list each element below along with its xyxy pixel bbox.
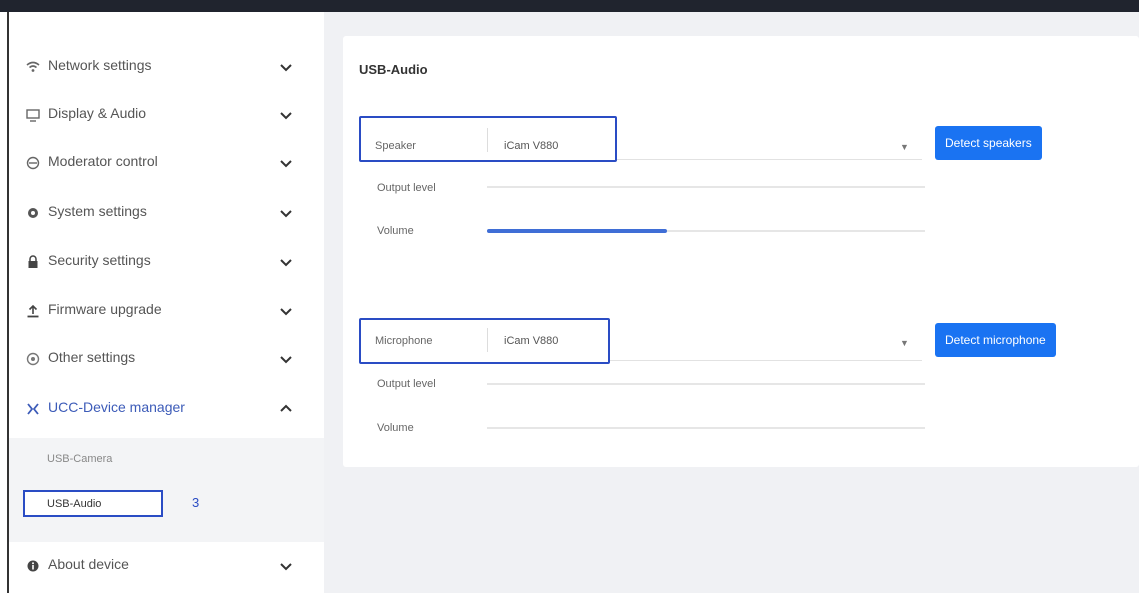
select-divider: [487, 328, 488, 352]
sidebar-item-label: Security settings: [48, 252, 151, 268]
monitor-icon: [26, 108, 40, 122]
speaker-volume-label: Volume: [377, 225, 414, 237]
top-bar: [0, 0, 1139, 12]
sidebar-item-moderator-control[interactable]: Moderator control: [9, 139, 324, 187]
step-annotation: 3: [192, 495, 200, 510]
sidebar-item-ucc-device-manager[interactable]: UCC-Device manager: [9, 385, 324, 433]
speaker-output-level-label: Output level: [377, 182, 436, 194]
sidebar-item-label: System settings: [48, 203, 147, 219]
sidebar-item-other-settings[interactable]: Other settings: [9, 335, 324, 383]
chevron-down-icon[interactable]: [279, 560, 293, 572]
chevron-down-icon[interactable]: [279, 256, 293, 268]
sidebar-item-about-device[interactable]: About device: [9, 542, 324, 590]
chevron-up-icon[interactable]: [279, 403, 293, 415]
caret-down-icon[interactable]: ▼: [900, 338, 909, 348]
sidebar-item-label: Other settings: [48, 349, 136, 365]
lock-icon: [26, 255, 40, 269]
chevron-down-icon[interactable]: [279, 207, 293, 219]
sidebar-subitem-usb-camera[interactable]: USB-Camera: [47, 453, 112, 465]
speaker-select-highlight: [359, 116, 617, 162]
chevron-down-icon[interactable]: [279, 305, 293, 317]
gear-icon: [26, 206, 40, 220]
sidebar-item-label: About device: [48, 556, 129, 572]
sidebar-item-firmware-upgrade[interactable]: Firmware upgrade: [9, 287, 324, 335]
microphone-select-field[interactable]: [610, 360, 922, 361]
page-title: USB-Audio: [359, 62, 428, 77]
detect-speakers-button[interactable]: Detect speakers: [935, 126, 1042, 160]
detect-microphone-button[interactable]: Detect microphone: [935, 323, 1056, 357]
chevron-down-icon[interactable]: [279, 157, 293, 169]
sidebar-item-system-settings[interactable]: System settings: [9, 189, 324, 237]
chevron-down-icon[interactable]: [279, 353, 293, 365]
sidebar-subitem-label: USB-Audio: [47, 498, 102, 510]
sidebar-subitem-usb-audio[interactable]: USB-Audio: [23, 490, 163, 517]
microphone-volume-slider[interactable]: [487, 427, 925, 429]
chevron-down-icon[interactable]: [279, 109, 293, 121]
microphone-label: Microphone: [375, 335, 433, 347]
info-icon: [26, 559, 40, 573]
chevron-down-icon[interactable]: [279, 61, 293, 73]
settings-icon: [26, 352, 40, 366]
speaker-volume-fill: [487, 229, 667, 233]
sidebar: Network settings Display & Audio Moderat…: [9, 12, 324, 593]
microphone-output-level-label: Output level: [377, 378, 436, 390]
sidebar-item-network-settings[interactable]: Network settings: [9, 43, 324, 91]
select-divider: [487, 128, 488, 152]
sidebar-item-display-audio[interactable]: Display & Audio: [9, 91, 324, 139]
sidebar-item-label: Moderator control: [48, 153, 158, 169]
sidebar-item-label: Display & Audio: [48, 105, 147, 121]
microphone-volume-label: Volume: [377, 422, 414, 434]
caret-down-icon[interactable]: ▼: [900, 142, 909, 152]
wifi-icon: [26, 60, 40, 74]
speaker-output-level-meter: [487, 186, 925, 188]
sidebar-item-label: Network settings: [48, 57, 152, 73]
speaker-volume-slider[interactable]: [487, 229, 925, 233]
sidebar-item-label: UCC-Device manager: [48, 399, 185, 415]
device-manager-icon: [26, 402, 40, 416]
sidebar-item-security-settings[interactable]: Security settings: [9, 238, 324, 286]
microphone-select-value[interactable]: iCam V880: [504, 335, 558, 347]
speaker-select-field[interactable]: [617, 159, 922, 160]
sidebar-item-label: Firmware upgrade: [48, 301, 162, 317]
speaker-label: Speaker: [375, 140, 416, 152]
moderator-icon: [26, 156, 40, 170]
speaker-select-value[interactable]: iCam V880: [504, 140, 558, 152]
upload-icon: [26, 304, 40, 318]
microphone-output-level-meter: [487, 383, 925, 385]
usb-audio-card: [343, 36, 1139, 467]
